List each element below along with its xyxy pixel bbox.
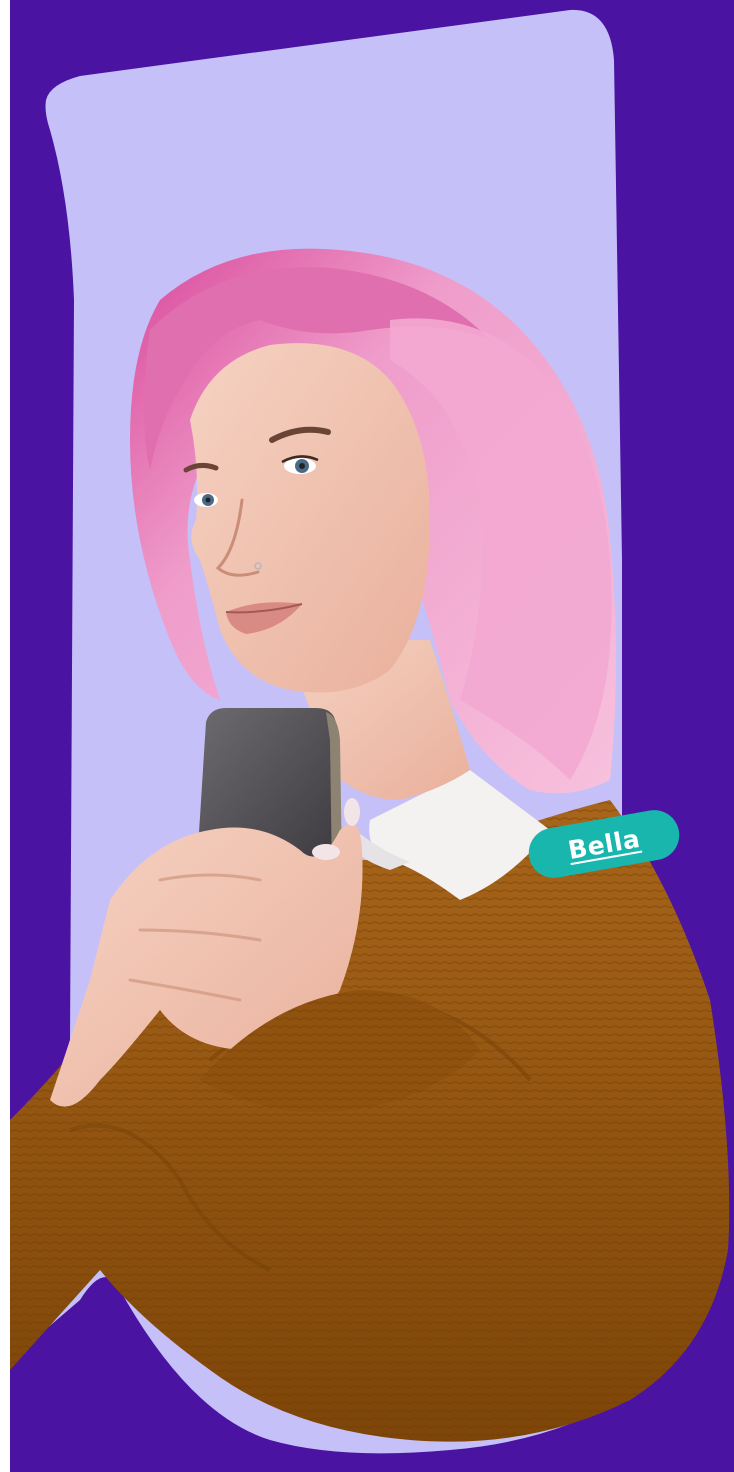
face	[190, 343, 430, 693]
hero-stage: Bella	[10, 0, 734, 1472]
portrait-illustration	[10, 9, 730, 1454]
